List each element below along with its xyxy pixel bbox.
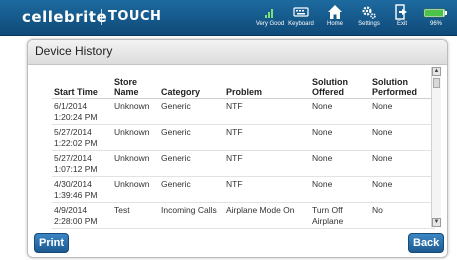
scroll-thumb[interactable]: [433, 78, 440, 88]
battery-icon: [423, 8, 447, 18]
cell-category: Generic: [159, 176, 224, 203]
keyboard-icon: [293, 7, 309, 17]
cell-solution-performed: None: [370, 176, 435, 203]
device-history-panel: Device History Start Time Store Name Cat…: [27, 39, 448, 258]
cell-store-name: Unknown: [112, 124, 159, 151]
cell-problem: NTF: [224, 150, 310, 177]
cell-solution-offered: None: [310, 176, 370, 203]
cell-solution-offered: None: [310, 98, 370, 125]
exit-button[interactable]: Exit: [382, 4, 422, 32]
home-icon: [328, 5, 342, 19]
column-header-store-name[interactable]: Store Name: [112, 76, 159, 99]
cell-start-time: 4/9/2014 2:28:00 PM: [52, 202, 112, 229]
table-row[interactable]: 4/9/2014 2:28:00 PM Test Incoming Calls …: [52, 202, 435, 229]
cell-solution-performed: None: [370, 98, 435, 125]
cell-start-time: 5/27/2014 1:07:12 PM: [52, 150, 112, 177]
cell-solution-performed: None: [370, 124, 435, 151]
table-row[interactable]: 4/30/2014 1:39:46 PM Unknown Generic NTF…: [52, 176, 435, 203]
print-button[interactable]: Print: [34, 233, 70, 253]
cell-store-name: Unknown: [112, 98, 159, 125]
cell-solution-performed: None: [370, 150, 435, 177]
column-header-solution-offered[interactable]: Solution Offered: [310, 76, 370, 99]
column-header-problem[interactable]: Problem: [224, 76, 310, 99]
cell-category: Generic: [159, 124, 224, 151]
signal-bars-icon: [265, 9, 273, 18]
cell-solution-performed: No: [370, 202, 435, 229]
cell-store-name: Test: [112, 202, 159, 229]
cell-category: Incoming Calls: [159, 202, 224, 229]
history-table: Start Time Store Name Category Problem S…: [52, 76, 435, 229]
product-name: TOUCH: [108, 9, 162, 24]
scroll-up-button[interactable]: ▲: [432, 67, 441, 76]
brand-divider: [101, 9, 102, 25]
cell-category: Generic: [159, 150, 224, 177]
scroll-down-button[interactable]: ▼: [432, 218, 441, 227]
table-header-row: Start Time Store Name Category Problem S…: [52, 76, 435, 99]
battery-status: 96%: [418, 4, 454, 32]
gear-icon: [362, 6, 376, 19]
cell-problem: NTF: [224, 176, 310, 203]
cell-start-time: 4/30/2014 1:39:46 PM: [52, 176, 112, 203]
cell-solution-offered: Turn Off Airplane: [310, 202, 370, 229]
exit-icon: [395, 4, 407, 20]
vertical-scrollbar[interactable]: ▲ ▼: [431, 67, 441, 227]
cell-problem: Airplane Mode On: [224, 202, 310, 229]
table-row[interactable]: 6/1/2014 1:20:24 PM Unknown Generic NTF …: [52, 98, 435, 125]
cell-store-name: Unknown: [112, 150, 159, 177]
table-row[interactable]: 5/27/2014 1:22:02 PM Unknown Generic NTF…: [52, 124, 435, 151]
back-button[interactable]: Back: [408, 233, 445, 253]
column-header-solution-performed[interactable]: Solution Performed: [370, 76, 435, 99]
exit-label: Exit: [396, 21, 407, 27]
brand-logo: cellebrite: [22, 8, 108, 26]
top-bar: cellebrite TOUCH Very Good Keyboard Home: [0, 0, 457, 36]
panel-title: Device History: [35, 44, 113, 58]
battery-label: 96%: [429, 21, 442, 27]
table-row[interactable]: 5/27/2014 1:07:12 PM Unknown Generic NTF…: [52, 150, 435, 177]
cell-problem: NTF: [224, 124, 310, 151]
cell-category: Generic: [159, 98, 224, 125]
column-header-category[interactable]: Category: [159, 76, 224, 99]
cell-store-name: Unknown: [112, 176, 159, 203]
cell-start-time: 5/27/2014 1:22:02 PM: [52, 124, 112, 151]
cell-solution-offered: None: [310, 124, 370, 151]
panel-header: Device History: [28, 40, 447, 65]
column-header-start-time[interactable]: Start Time: [52, 76, 112, 99]
cell-problem: NTF: [224, 98, 310, 125]
cell-solution-offered: None: [310, 150, 370, 177]
cell-start-time: 6/1/2014 1:20:24 PM: [52, 98, 112, 125]
